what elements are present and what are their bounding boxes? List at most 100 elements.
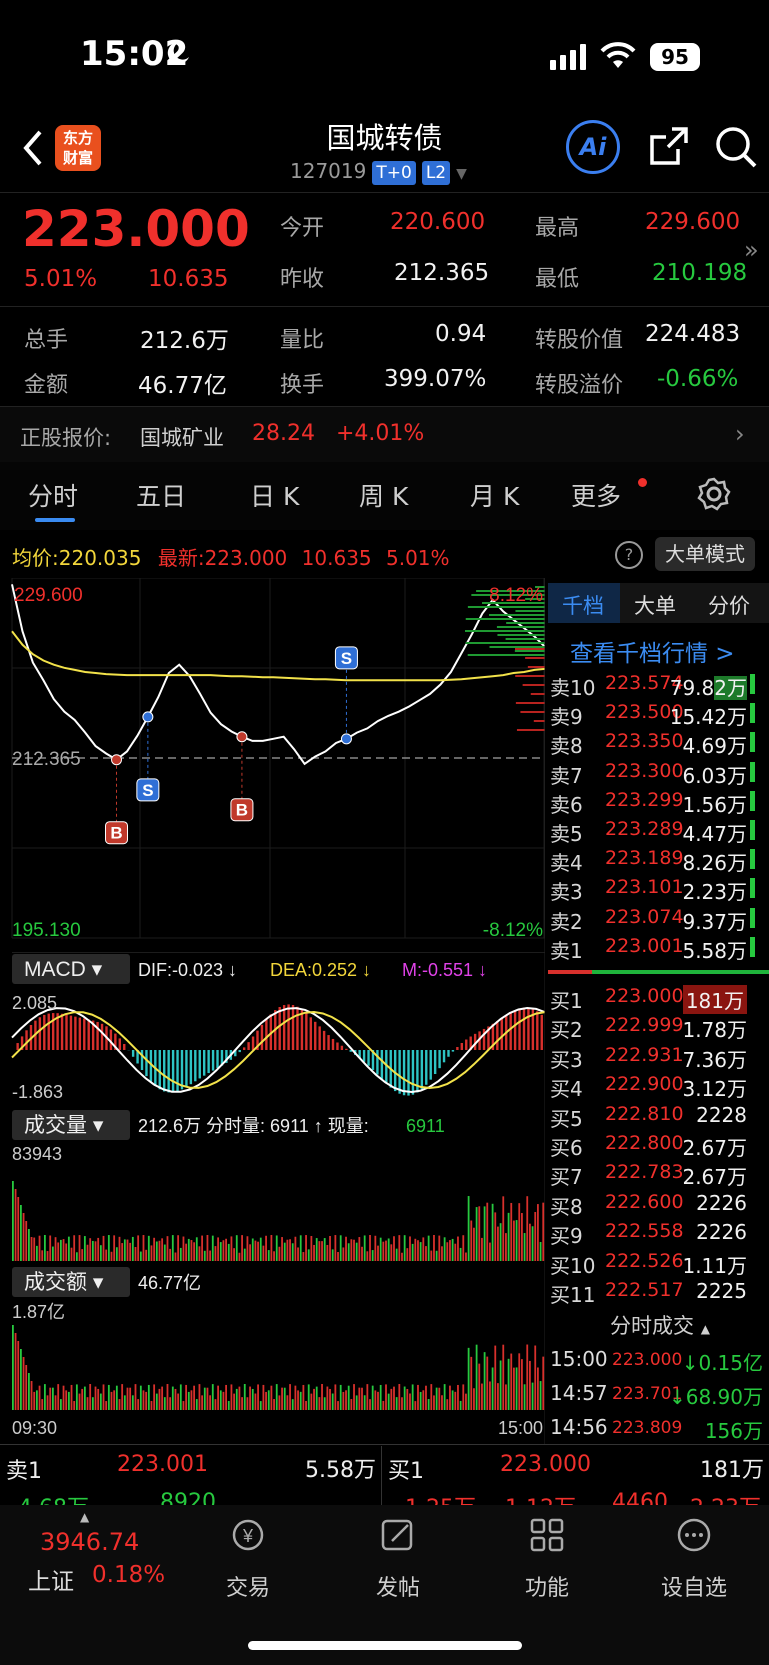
amount-bar bbox=[230, 1384, 233, 1410]
bid-level-row[interactable]: 买1 223.000 181万 bbox=[548, 983, 769, 1014]
ask-level-row[interactable]: 卖7 223.300 6.03万 bbox=[548, 758, 769, 788]
amount-bar bbox=[254, 1393, 257, 1410]
volume-bar bbox=[286, 1239, 289, 1261]
ai-assistant-icon[interactable]: Ai bbox=[566, 120, 620, 174]
add-watchlist-icon[interactable] bbox=[674, 1515, 714, 1555]
big-order-mode-button[interactable]: 大单模式 bbox=[655, 537, 755, 571]
tabbar-post[interactable]: 发帖 bbox=[348, 1570, 448, 1602]
amount-bar bbox=[33, 1391, 36, 1410]
volume-bar bbox=[225, 1238, 227, 1261]
volume-bar bbox=[529, 1223, 531, 1261]
volume-bar bbox=[510, 1202, 513, 1261]
tab-intraday[interactable]: 分时 bbox=[28, 477, 78, 513]
index-value[interactable]: 3946.74 bbox=[40, 1528, 139, 1556]
security-code[interactable]: 127019 T+0 L2 ▼ bbox=[290, 159, 467, 185]
settings-icon[interactable] bbox=[697, 477, 731, 515]
ask-level-row[interactable]: 卖2 223.074 9.37万 bbox=[548, 904, 769, 934]
tab-price-distribution[interactable]: 分价 bbox=[708, 590, 750, 620]
trade-price: 223.809 bbox=[612, 1418, 683, 1438]
bottom-buy-label: 买1 bbox=[388, 1459, 424, 1484]
bid-level-row[interactable]: 买10 222.526 1.11万 bbox=[548, 1248, 769, 1278]
volume-bar bbox=[227, 1243, 230, 1261]
volume-bar bbox=[451, 1238, 454, 1261]
trades-title[interactable]: 分时成交 ▲ bbox=[610, 1310, 710, 1340]
bid-level-row[interactable]: 买9 222.558 2226 bbox=[548, 1218, 769, 1248]
underlying-name: 国城矿业 bbox=[140, 426, 224, 450]
volume-bar bbox=[27, 1229, 30, 1261]
bid-level-row[interactable]: 买3 222.931 7.36万 bbox=[548, 1042, 769, 1072]
volume-bar bbox=[366, 1251, 369, 1261]
ask-level-row[interactable]: 卖4 223.189 8.26万 bbox=[548, 845, 769, 875]
volume-bar bbox=[377, 1245, 379, 1261]
volume-bar bbox=[281, 1237, 283, 1261]
turnover-label: 换手 bbox=[280, 373, 325, 398]
ask-level-row[interactable]: 卖10 223.574 79.82万 bbox=[548, 670, 769, 700]
functions-icon[interactable] bbox=[527, 1515, 567, 1555]
chevron-right-icon[interactable]: » bbox=[744, 236, 759, 264]
ask-level-row[interactable]: 卖8 223.350 4.69万 bbox=[548, 728, 769, 758]
amount-bar bbox=[411, 1384, 414, 1410]
trade-icon[interactable]: ¥ bbox=[228, 1515, 268, 1555]
help-icon[interactable]: ? bbox=[615, 541, 643, 569]
post-icon[interactable] bbox=[378, 1515, 418, 1555]
volume-bar bbox=[38, 1235, 41, 1261]
macd-y-bottom: -1.863 bbox=[12, 1082, 63, 1102]
bid-level-volume: 2225 bbox=[696, 1279, 747, 1303]
macd-bar bbox=[345, 1048, 348, 1050]
volume-bar bbox=[86, 1244, 89, 1261]
tab-thousand-levels[interactable]: 千档 bbox=[562, 590, 604, 620]
tab-monthly-k[interactable]: 月 K bbox=[470, 477, 519, 513]
chevron-right-icon[interactable]: › bbox=[735, 420, 745, 448]
ask-level-row[interactable]: 卖6 223.299 1.56万 bbox=[548, 787, 769, 817]
volume-bar bbox=[417, 1240, 419, 1261]
depth-bar bbox=[505, 638, 545, 640]
bid-level-volume: 3.12万 bbox=[682, 1077, 747, 1102]
ask-level-row[interactable]: 卖5 223.289 4.47万 bbox=[548, 816, 769, 846]
volume-bar bbox=[155, 1241, 158, 1261]
bid-level-row[interactable]: 买11 222.517 2225 bbox=[548, 1277, 769, 1307]
amount-bar bbox=[414, 1401, 417, 1410]
conversion-value: 224.483 bbox=[645, 321, 741, 347]
depth-bar bbox=[525, 657, 545, 659]
tabbar-add-watchlist[interactable]: 设自选 bbox=[644, 1570, 744, 1602]
bid-level-volume: 7.36万 bbox=[682, 1047, 747, 1072]
tabbar-functions[interactable]: 功能 bbox=[497, 1570, 597, 1602]
amount-bar bbox=[379, 1384, 382, 1410]
volume-bar bbox=[750, 674, 755, 694]
intraday-chart[interactable]: B S B S 229.600 212.365 195.130 8.12% -8.12% MACD… bbox=[0, 578, 545, 1588]
bid-level-row[interactable]: 买2 222.999 1.78万 bbox=[548, 1012, 769, 1042]
view-thousand-levels-link[interactable]: 查看千档行情 > bbox=[570, 634, 735, 668]
share-icon[interactable] bbox=[648, 125, 690, 171]
volume-bar bbox=[299, 1235, 302, 1261]
bid-level-price: 222.558 bbox=[605, 1220, 684, 1243]
amount-bar bbox=[313, 1388, 315, 1410]
amount-bar bbox=[51, 1387, 54, 1410]
tab-more[interactable]: 更多 bbox=[571, 477, 621, 513]
bid-level-label: 买8 bbox=[550, 1194, 583, 1219]
amount-bar bbox=[59, 1399, 62, 1410]
tab-big-orders[interactable]: 大单 bbox=[634, 590, 676, 620]
bid-level-row[interactable]: 买5 222.810 2228 bbox=[548, 1101, 769, 1131]
volume-bar bbox=[70, 1247, 73, 1261]
amount-bar bbox=[286, 1395, 289, 1410]
bid-level-row[interactable]: 买8 222.600 2226 bbox=[548, 1189, 769, 1219]
tab-weekly-k[interactable]: 周 K bbox=[359, 477, 408, 513]
volume-bar bbox=[275, 1235, 278, 1261]
bid-level-row[interactable]: 买6 222.800 2.67万 bbox=[548, 1130, 769, 1160]
ask-level-row[interactable]: 卖3 223.101 2.23万 bbox=[548, 874, 769, 904]
bid-level-row[interactable]: 买7 222.783 2.67万 bbox=[548, 1159, 769, 1189]
tab-daily-k[interactable]: 日 K bbox=[250, 477, 299, 513]
bid-level-row[interactable]: 买4 222.900 3.12万 bbox=[548, 1071, 769, 1102]
macd-bar bbox=[167, 1050, 170, 1093]
ask-level-row[interactable]: 卖9 223.500 15.42万 bbox=[548, 699, 769, 729]
volume-bar bbox=[67, 1236, 70, 1261]
ask-level-row[interactable]: 卖1 223.001 5.58万 bbox=[548, 933, 769, 963]
tabbar-trade[interactable]: 交易 bbox=[198, 1570, 298, 1602]
volume-bar bbox=[331, 1249, 334, 1261]
tab-five-day[interactable]: 五日 bbox=[136, 477, 186, 513]
volume-bar bbox=[265, 1235, 267, 1261]
search-icon[interactable] bbox=[714, 125, 758, 173]
volume-bar bbox=[470, 1220, 473, 1261]
volume-bar bbox=[289, 1239, 291, 1261]
volume-bar bbox=[182, 1236, 185, 1261]
